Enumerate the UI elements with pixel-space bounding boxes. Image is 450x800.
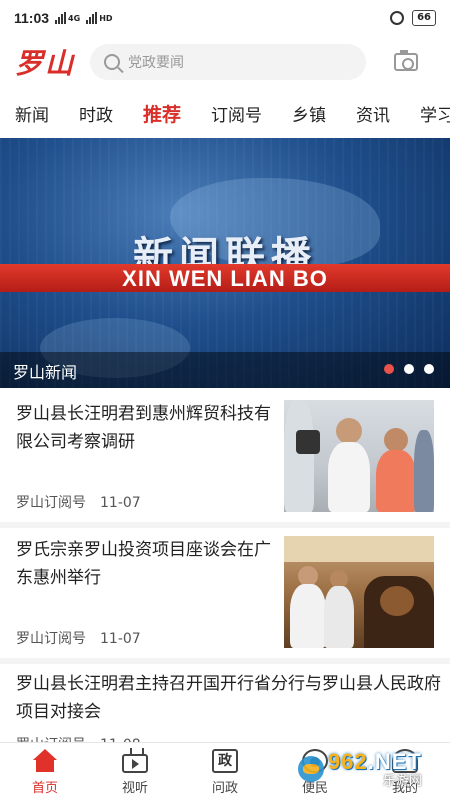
signal-icon [55,12,67,24]
tab-politics[interactable]: 时政 [64,101,128,126]
ask-icon: 政 [212,749,238,773]
tab-info[interactable]: 资讯 [341,101,405,126]
home-icon [32,749,58,773]
tab-recommended[interactable]: 推荐 [128,100,196,127]
nav-home[interactable]: 首页 [0,743,90,800]
battery-indicator: 66 [412,10,436,26]
banner-subtitle: XIN WEN LIAN BO [122,266,328,291]
article-thumbnail [284,400,434,512]
tab-study[interactable]: 学习 [405,101,450,126]
app-logo: 罗山 [14,47,75,80]
article-meta: 罗山订阅号 11-07 [16,492,141,512]
list-item[interactable]: 罗山县长汪明君到惠州辉贸科技有限公司考察调研 罗山订阅号 11-07 [0,388,450,522]
status-bar: 11:03 4G HD 66 [0,0,450,36]
app-header: 罗山 党政要闻 [0,36,450,88]
list-item[interactable]: 罗山县长汪明君主持召开国开行省分行与罗山县人民政府项目对接会 罗山订阅号11-0… [0,664,450,753]
article-date: 11-07 [100,495,141,511]
status-time: 11:03 [14,10,50,26]
tv-icon [122,754,148,773]
nav-media-label: 视听 [121,781,148,796]
nav-ask[interactable]: 政 问政 [180,743,270,800]
hd-badge: HD [99,13,113,23]
nav-ask-label: 问政 [211,781,238,796]
nav-home-label: 首页 [31,781,58,796]
nav-media[interactable]: 视听 [90,743,180,800]
network-type: 4G [68,13,81,23]
article-source: 罗山订阅号 [16,495,86,511]
search-icon [104,54,120,70]
article-date: 11-07 [100,631,141,647]
carousel-dot[interactable] [424,364,434,374]
article-headline: 罗氏宗亲罗山投资项目座谈会在广东惠州举行 [16,540,271,588]
carousel-dot[interactable] [384,364,394,374]
watermark-logo-icon [298,756,324,782]
search-placeholder: 党政要闻 [128,55,184,71]
banner-caption: 罗山新闻 [13,363,78,382]
site-watermark: 962.NET 乐游网 [298,744,448,794]
article-thumbnail [284,536,434,648]
carousel-dots [384,364,434,374]
banner-carousel[interactable]: 新闻联播 XIN WEN LIAN BO 罗山新闻 [0,138,450,388]
tab-towns[interactable]: 乡镇 [277,101,341,126]
list-item[interactable]: 罗氏宗亲罗山投资项目座谈会在广东惠州举行 罗山订阅号 11-07 [0,528,450,658]
camera-icon[interactable] [394,50,418,71]
carousel-dot[interactable] [404,364,414,374]
article-source: 罗山订阅号 [16,631,86,647]
signal-icon-2 [86,12,98,24]
tab-news[interactable]: 新闻 [0,101,64,126]
rotation-lock-icon [390,11,405,25]
watermark-sub: 乐游网 [382,773,422,789]
search-input[interactable]: 党政要闻 [90,44,366,80]
article-meta: 罗山订阅号 11-07 [16,628,141,648]
article-headline: 罗山县长汪明君到惠州辉贸科技有限公司考察调研 [16,404,271,452]
article-headline: 罗山县长汪明君主持召开国开行省分行与罗山县人民政府项目对接会 [16,674,441,722]
watermark-main: 962.NET [328,748,422,774]
category-tabs: 新闻 时政 推荐 订阅号 乡镇 资讯 学习 [0,88,450,138]
tab-subscriptions[interactable]: 订阅号 [196,101,277,126]
